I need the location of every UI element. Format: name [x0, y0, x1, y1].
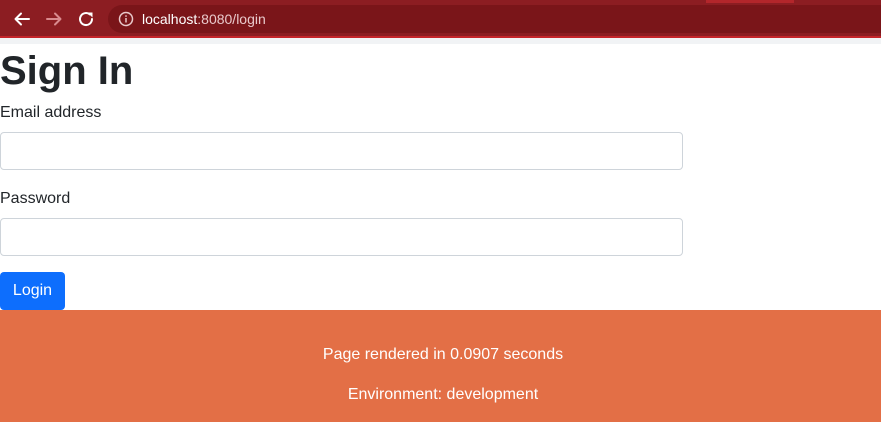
browser-toolbar: localhost:8080/login — [0, 0, 881, 38]
environment-text: Environment: development — [347, 386, 539, 403]
password-field[interactable] — [0, 218, 683, 256]
email-label: Email address — [0, 104, 102, 121]
forward-button[interactable] — [43, 8, 65, 30]
arrow-right-icon — [46, 12, 62, 26]
tab-accent — [706, 0, 794, 3]
reload-icon — [79, 12, 94, 27]
back-button[interactable] — [11, 8, 33, 30]
url-host: localhost — [142, 11, 198, 27]
url-text[interactable]: localhost:8080/login — [142, 11, 266, 27]
address-bar[interactable]: localhost:8080/login — [108, 5, 881, 33]
info-icon[interactable] — [118, 11, 134, 27]
reload-button[interactable] — [75, 8, 97, 30]
arrow-left-icon — [14, 12, 30, 26]
page-top-strip — [0, 38, 881, 44]
password-label: Password — [0, 190, 71, 207]
email-field[interactable] — [0, 132, 683, 170]
url-path: :8080/login — [197, 11, 266, 27]
footer: Page rendered in 0.0907 seconds Environm… — [0, 310, 881, 422]
page-title: Sign In — [0, 49, 134, 93]
render-time-text: Page rendered in 0.0907 seconds — [322, 346, 564, 363]
login-button[interactable]: Login — [0, 272, 65, 310]
